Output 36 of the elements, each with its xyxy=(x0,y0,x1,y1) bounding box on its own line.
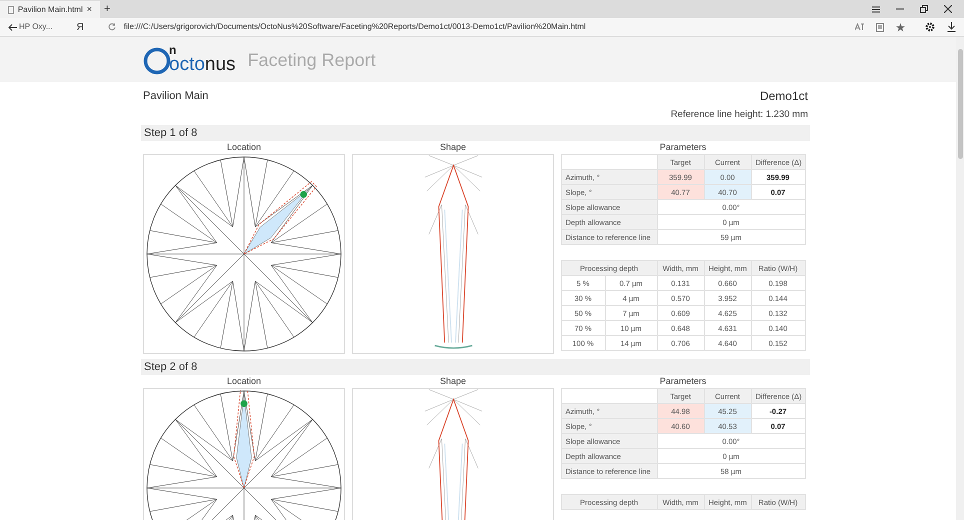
stone-name: Demo1ct xyxy=(760,88,808,105)
menu-icon[interactable] xyxy=(872,6,880,12)
restore-icon[interactable] xyxy=(920,5,928,13)
logo-text: nus xyxy=(204,54,236,74)
new-tab-button[interactable]: + xyxy=(100,1,114,18)
step-header: Step 1 of 8 xyxy=(141,125,810,142)
download-icon[interactable] xyxy=(947,22,956,32)
reader-icon[interactable] xyxy=(876,22,884,32)
reference-line-height: Reference line height: 1.230 mm xyxy=(670,108,809,122)
reload-icon[interactable] xyxy=(108,23,116,31)
column-heading: Shape xyxy=(440,375,466,388)
yandex-button[interactable]: Я xyxy=(76,20,84,34)
star-icon[interactable] xyxy=(896,22,905,32)
minimize-icon[interactable] xyxy=(896,8,904,10)
column-heading: Parameters xyxy=(660,375,706,388)
column-heading: Location xyxy=(226,141,262,154)
column-heading: Location xyxy=(226,375,262,388)
column-heading: Shape xyxy=(440,141,466,154)
address-field[interactable]: file:///C:/Users/grigorovich/Documents/OctoNus%20Software/Faceting%20Reports/Demo1ct/0013-Demo1ct/Pavilion%20Main.html xyxy=(124,21,586,33)
tab-close-button[interactable]: × xyxy=(86,2,92,16)
close-icon[interactable] xyxy=(944,5,952,13)
translate-icon[interactable] xyxy=(855,23,864,31)
browser-tab[interactable]: Pavilion Main.html × xyxy=(0,1,100,18)
back-button[interactable]: HP Oxy... xyxy=(8,21,52,33)
scrollbar[interactable] xyxy=(956,37,964,520)
report-title: Faceting Report xyxy=(248,49,376,72)
back-icon xyxy=(8,24,17,30)
column-heading: Parameters xyxy=(660,141,706,154)
logo-ring-icon xyxy=(143,46,171,74)
page-title: Pavilion Main xyxy=(143,88,208,104)
logo-text: octo xyxy=(169,54,205,74)
tab-title: Pavilion Main.html xyxy=(18,4,83,16)
logo-superscript: n xyxy=(169,44,178,54)
page-icon xyxy=(8,6,14,14)
step-header: Step 2 of 8 xyxy=(141,359,810,376)
settings-icon[interactable] xyxy=(925,22,935,32)
